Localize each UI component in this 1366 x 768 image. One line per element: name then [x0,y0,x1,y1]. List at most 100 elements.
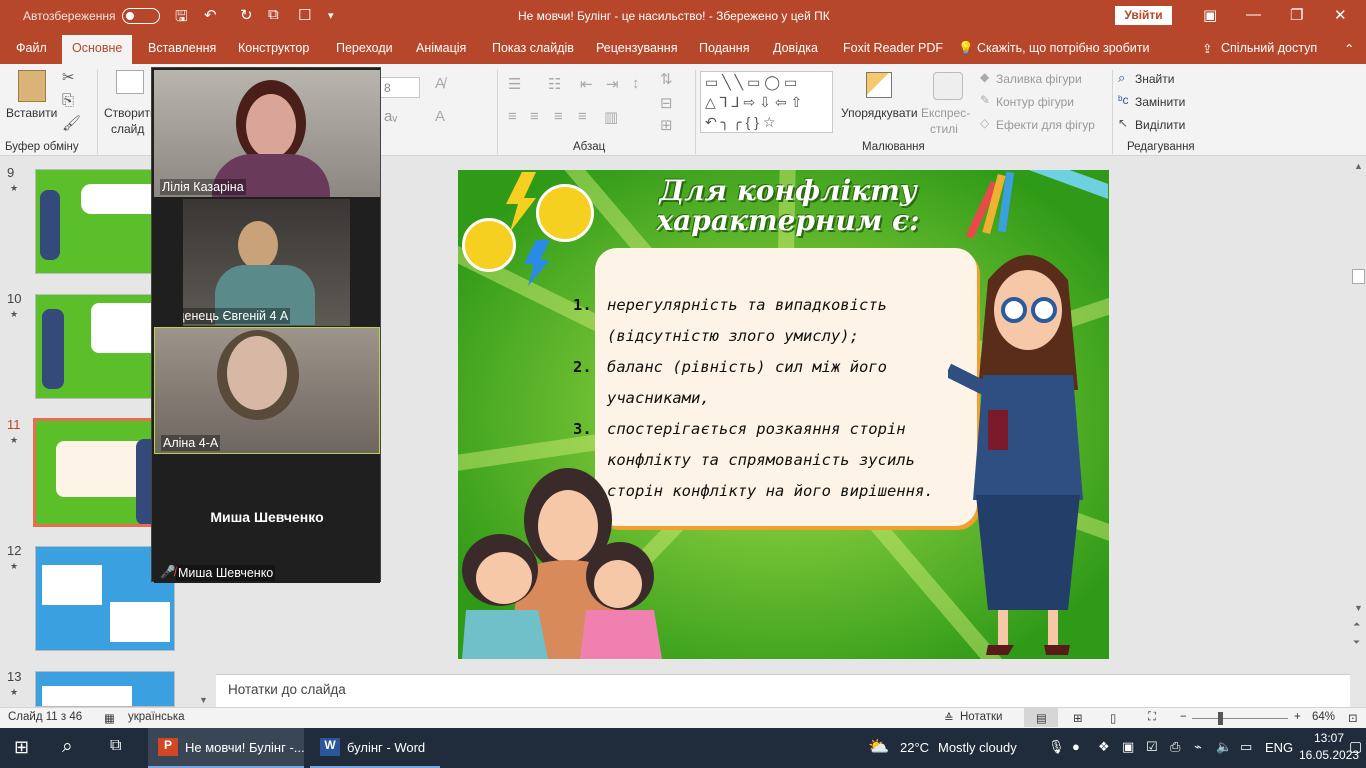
new-slide-icon[interactable] [116,70,144,94]
zoom-out-icon[interactable]: − [1180,711,1187,723]
replace-icon[interactable]: ᵇc [1118,93,1129,107]
decrease-indent-icon[interactable]: ⇤ [580,75,593,93]
line-spacing-icon[interactable]: ↕ [632,75,640,92]
input-language[interactable]: ENG [1265,740,1293,755]
zoom-slider-thumb[interactable] [1218,712,1223,725]
tab-transitions[interactable]: Переходи [336,41,393,55]
quick-styles-label-1[interactable]: Експрес- [921,106,970,120]
font-color-icon[interactable]: aᵥ [384,108,397,125]
undo-icon[interactable]: ↶ [204,6,217,24]
select-button[interactable]: Виділити [1135,118,1185,132]
numbering-icon[interactable]: ☷ [548,75,561,93]
tab-review[interactable]: Рецензування [596,41,677,55]
increase-indent-icon[interactable]: ⇥ [606,75,619,93]
notes-pane[interactable]: Нотатки до слайда [216,674,1350,707]
find-button[interactable]: Знайти [1135,72,1174,86]
notes-toggle-button[interactable]: Нотатки [960,711,1002,723]
notes-icon[interactable]: ≙ [944,711,954,725]
reading-view-icon[interactable]: ▯ [1110,711,1116,725]
taskbar-powerpoint[interactable]: P Не мовчи! Булінг -... [148,728,305,768]
align-center-icon[interactable]: ≡ [530,108,539,125]
redo-icon[interactable]: ↻ [240,6,253,24]
battery-icon[interactable]: ▭ [1240,739,1252,755]
quick-styles-label-2[interactable]: стилі [930,122,958,136]
tray-app-icon-3[interactable]: ⎙ [1170,739,1180,755]
slide-scrollbar[interactable]: ▲ ▼ ⏶ ⏷ [1350,157,1366,707]
minimize-icon[interactable]: — [1246,6,1261,23]
find-icon[interactable]: ⌕ [1118,70,1125,86]
copy-icon[interactable]: ⎘ [62,92,74,109]
autosave-toggle[interactable] [122,8,160,24]
zoom-level[interactable]: 64% [1312,711,1335,723]
signin-button[interactable]: Увійти [1115,6,1172,25]
network-icon[interactable]: ⌁ [1194,739,1202,755]
restore-icon[interactable]: ❐ [1290,6,1303,24]
shape-outline-icon[interactable]: ✎ [980,93,990,107]
slide-thumbnail-13[interactable] [35,671,175,707]
new-slide-label-1[interactable]: Створити [104,106,157,120]
notifications-icon[interactable]: ▢ [1349,738,1362,755]
notes-placeholder[interactable]: Нотатки до слайда [228,682,346,697]
shape-fill-icon[interactable]: ◆ [980,70,989,84]
video-tile-no-video[interactable]: Миша Шевченко 🎤̸ Миша Шевченко [154,456,380,583]
smartart-icon[interactable]: ⊞ [660,116,673,134]
weather-condition[interactable]: Mostly cloudy [938,740,1017,755]
tab-insert[interactable]: Вставлення [148,41,216,55]
tab-view[interactable]: Подання [699,41,749,55]
arrange-label[interactable]: Упорядкувати [841,106,918,120]
scroll-thumb[interactable] [1352,269,1365,284]
paste-icon[interactable] [18,70,46,102]
new-slide-label-2[interactable]: слайд [111,122,144,136]
tab-file[interactable]: Файл [16,41,47,55]
fit-to-window-icon[interactable]: ⊡ [1348,711,1358,725]
share-button[interactable]: Спільний доступ [1221,41,1317,55]
tab-help[interactable]: Довідка [773,41,818,55]
clear-format-icon[interactable]: A̸ [435,75,445,92]
save-icon[interactable]: 🖫 [175,6,188,31]
weather-icon[interactable]: ⛅ [868,737,889,757]
spellcheck-icon[interactable]: ▦ [104,711,115,725]
tab-foxit[interactable]: Foxit Reader PDF [843,41,943,55]
clock-time[interactable]: 13:07 [1314,731,1344,745]
shape-effects-icon[interactable]: ◇ [980,116,989,130]
slide-sorter-icon[interactable]: ⊞ [1073,711,1083,725]
text-direction-icon[interactable]: ⇅ [660,70,673,88]
weather-temperature[interactable]: 22°C [900,740,929,755]
paste-label[interactable]: Вставити [6,106,57,120]
tab-home[interactable]: Основне [62,35,133,64]
microphone-icon[interactable]: 🎙 [1048,739,1065,755]
text-color-icon[interactable]: A [435,108,445,125]
zoom-video-panel[interactable]: Лілія Казаріна Меденець Євгеній 4 А Алін… [151,67,381,583]
zoom-slider[interactable] [1192,718,1288,719]
shape-fill-button[interactable]: Заливка фігури [996,72,1082,86]
tray-app-icon-2[interactable]: ☑ [1146,739,1158,755]
format-painter-icon[interactable]: 🖌 [62,114,81,132]
zoom-tray-icon[interactable]: ● [1072,739,1080,754]
scroll-up-icon[interactable]: ▲ [1354,161,1363,171]
font-size-select[interactable]: 8 [380,77,420,98]
dropbox-icon[interactable]: ❖ [1098,739,1110,755]
justify-icon[interactable]: ≡ [578,108,587,125]
task-view-icon[interactable]: ⧉ [110,737,121,755]
bullets-icon[interactable]: ☰ [508,75,521,93]
tab-animations[interactable]: Анімація [416,41,466,55]
zoom-in-icon[interactable]: + [1294,711,1301,723]
tab-slideshow[interactable]: Показ слайдів [492,41,574,55]
select-icon[interactable]: ↖ [1118,116,1128,130]
slideshow-icon[interactable]: ⛶ [1148,711,1156,724]
close-icon[interactable]: ✕ [1334,6,1347,24]
replace-button[interactable]: Замінити [1135,95,1185,109]
align-right-icon[interactable]: ≡ [554,108,563,125]
tab-design[interactable]: Конструктор [238,41,309,55]
scroll-down-icon[interactable]: ▼ [199,695,208,705]
previous-slide-icon[interactable]: ⏶ [1353,619,1360,630]
align-left-icon[interactable]: ≡ [508,108,517,125]
scroll-down-icon[interactable]: ▼ [1354,603,1363,613]
ribbon-display-icon[interactable]: ▣ [1203,6,1217,24]
customize-qat-icon[interactable]: ▾ [328,9,334,22]
next-slide-icon[interactable]: ⏷ [1353,637,1360,648]
quick-styles-icon[interactable] [933,72,963,100]
video-tile-active-speaker[interactable]: Аліна 4-А [154,327,380,454]
current-slide[interactable]: Для конфлікту характерним є: 1. нерегуляр… [458,170,1109,659]
ribbon-options-icon[interactable]: ⌃ [1344,41,1354,56]
